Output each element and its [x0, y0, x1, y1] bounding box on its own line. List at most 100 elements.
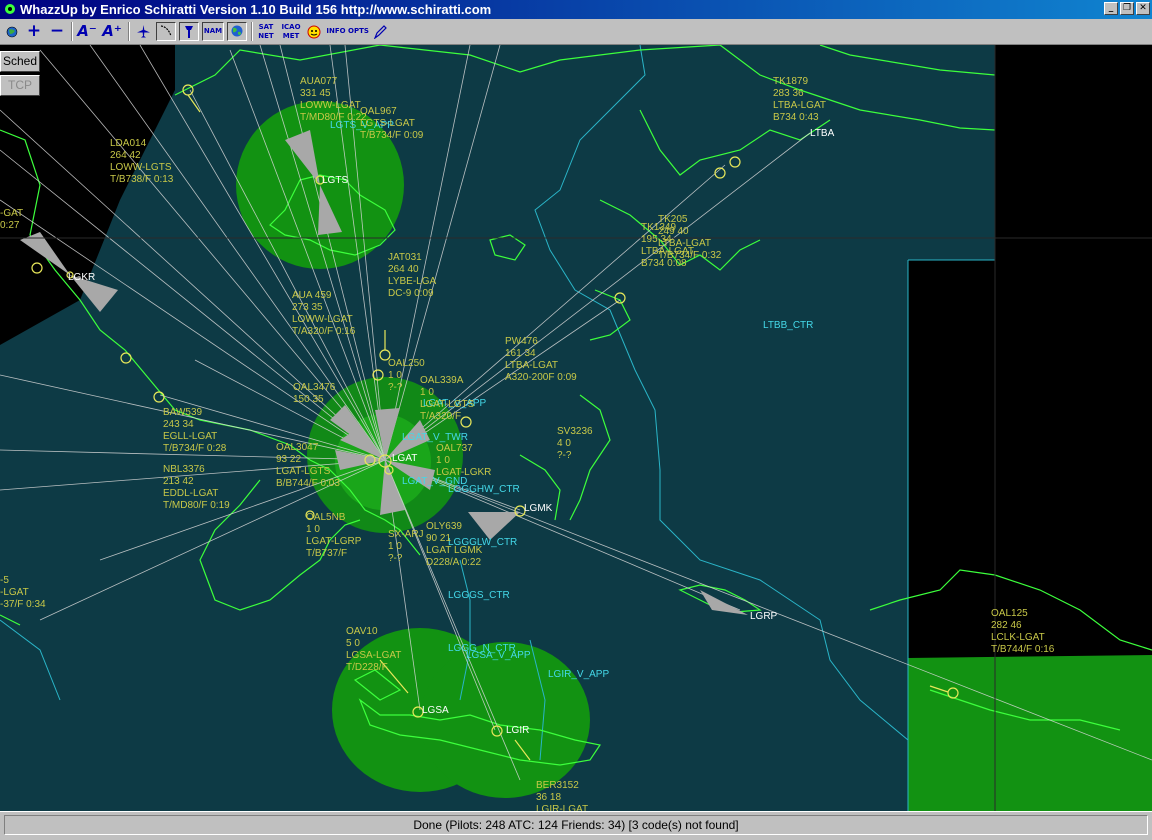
flight-label-line: 90 21: [426, 533, 451, 544]
sched-button[interactable]: Sched: [0, 51, 40, 72]
flight-label-line: 1 0: [420, 387, 434, 398]
window-title-bar[interactable]: WhazzUp by Enrico Schiratti Version 1.10…: [0, 0, 1152, 19]
flight-label-line: OAL737: [436, 443, 473, 454]
airport-label: LGKR: [68, 272, 95, 283]
flight-label-line: T/A320/F: [420, 411, 461, 422]
flight-label-line: T/B734/F 0:28: [163, 443, 227, 454]
status-text: Done (Pilots: 248 ATC: 124 Friends: 34) …: [4, 815, 1148, 835]
flight-label-line: TK1879: [773, 76, 808, 87]
flight-label-line: T/B734/F 0:09: [360, 130, 424, 141]
pen-icon[interactable]: [371, 22, 389, 41]
flight-label-line: 264 42: [110, 150, 141, 161]
font-smaller-icon[interactable]: A⁻: [76, 22, 98, 41]
info-button[interactable]: INFO: [326, 22, 346, 41]
status-bar: Done (Pilots: 248 ATC: 124 Friends: 34) …: [0, 811, 1152, 840]
flight-label-line: DC-9 0:09: [388, 288, 434, 299]
flight-label-line: 213 42: [163, 476, 194, 487]
close-button[interactable]: ✕: [1136, 2, 1150, 15]
flight-label-line: LGAT-LGTS: [420, 399, 475, 410]
opts-button[interactable]: OPTS: [348, 22, 369, 41]
atc-label: LGAT_V_TWR: [402, 432, 468, 443]
atc-label: LGGGS_CTR: [448, 590, 510, 601]
flight-label-line: OAL5NB: [306, 512, 346, 523]
route-icon[interactable]: [156, 22, 176, 41]
flight-label-line: -GAT: [0, 208, 23, 219]
flight-label-line: T/D228/F: [346, 662, 388, 673]
flight-label-line: 283 36: [773, 88, 804, 99]
font-larger-icon[interactable]: A⁺: [101, 22, 123, 41]
flight-label-line: 4 0: [557, 438, 571, 449]
flight-label-line: PW476: [505, 336, 538, 347]
flight-label-line: -37/F 0:34: [0, 599, 46, 610]
flight-label-line: 1 0: [388, 541, 402, 552]
flight-label-line: ?-?: [388, 553, 403, 564]
flight-label-line: EGLL-LGAT: [163, 431, 217, 442]
globe-icon[interactable]: [3, 22, 21, 41]
sat-net-button[interactable]: SAT NET: [255, 22, 277, 42]
flight-label-line: 195 34: [641, 234, 672, 245]
flight-label-line: LCLK-LGAT: [991, 632, 1045, 643]
sea-area-east: [960, 45, 995, 260]
flight-label: OAL125 282 46 LCLK-LGAT T/B744/F 0:16: [991, 608, 1055, 655]
flight-label-line: LGAT-LGKR: [436, 467, 491, 478]
flight-label-line: 1 0: [436, 455, 450, 466]
flight-label-line: OAL3476: [293, 382, 336, 393]
flight-label-line: OAL250: [388, 358, 425, 369]
icao-met-button[interactable]: ICAO MET: [280, 22, 302, 42]
flight-label-line: T/MD80/F 0:22: [300, 112, 367, 123]
flight-label-line: OAL3047: [276, 442, 319, 453]
aircraft-icon[interactable]: [133, 22, 153, 41]
airport-label: LGRP: [750, 611, 778, 622]
flight-label-line: A320-200F 0:09: [505, 372, 577, 383]
window-title: WhazzUp by Enrico Schiratti Version 1.10…: [20, 2, 492, 17]
tcp-button[interactable]: TCP: [0, 75, 40, 96]
flight-label-line: LGAT-LGTS: [276, 466, 331, 477]
flight-label-line: T/A320/F 0:16: [292, 326, 356, 337]
flight-label-line: OLY639: [426, 521, 462, 532]
airport-label: LGSA: [422, 705, 449, 716]
toolbar: + − A⁻ A⁺ NAM SAT NET ICAO MET INFO OPTS: [0, 19, 1152, 45]
flight-label-line: LOWW-LGAT: [300, 100, 361, 111]
flight-label-line: 5 0: [346, 638, 360, 649]
minimize-button[interactable]: _: [1104, 2, 1118, 15]
tower-icon[interactable]: [179, 22, 199, 41]
atc-label: LGGGHW_CTR: [448, 484, 520, 495]
flight-label-line: -LGAT: [0, 587, 29, 598]
flight-label-line: T/B744/F 0:16: [991, 644, 1055, 655]
flight-label-line: LOWW-LGTS: [110, 162, 172, 173]
flight-label-line: TK1349: [641, 222, 676, 233]
flight-label-line: LGSA-LGAT: [346, 650, 401, 661]
world-icon[interactable]: [227, 22, 247, 41]
flight-label-line: LYBE-LGA: [388, 276, 436, 287]
flight-label-line: B/B744/F 0:03: [276, 478, 340, 489]
flight-label-line: 331 45: [300, 88, 331, 99]
flight-label-line: 0:27: [0, 220, 20, 231]
friends-icon[interactable]: [305, 22, 323, 41]
flight-label-line: 1 0: [306, 524, 320, 535]
flight-label-line: 161 34: [505, 348, 536, 359]
flight-label-line: LGTS-LGAT: [360, 118, 415, 129]
flight-label-line: LTBA-LGAT: [773, 100, 826, 111]
radar-map[interactable]: LGTS LGKR LTBA LGAT LGMK LGRP LGSA LGIR …: [0, 45, 1152, 811]
flight-label-line: BER3152: [536, 780, 579, 791]
flight-label-line: OAL125: [991, 608, 1028, 619]
airport-label: LGIR: [506, 725, 529, 736]
flight-label: -GAT 0:27: [0, 208, 23, 231]
flight-label-line: 1 0: [388, 370, 402, 381]
nam-button[interactable]: NAM: [202, 22, 224, 41]
maximize-button[interactable]: ❐: [1120, 2, 1134, 15]
flight-label-line: -5: [0, 575, 9, 586]
flight-label-line: AUA077: [300, 76, 338, 87]
flight-label-line: NBL3376: [163, 464, 205, 475]
flight-label-line: 264 40: [388, 264, 419, 275]
flight-label-line: OAL967: [360, 106, 397, 117]
flight-label-line: 243 34: [163, 419, 194, 430]
flight-label-line: LGAT LGMK: [426, 545, 483, 556]
zoom-in-icon[interactable]: +: [24, 22, 44, 41]
zoom-out-icon[interactable]: −: [47, 22, 67, 41]
flight-label-line: T/B737/F: [306, 548, 347, 559]
flight-label-line: 273 35: [292, 302, 323, 313]
flight-label-line: D228/A 0:22: [426, 557, 481, 568]
flight-label-line: 150 35: [293, 394, 324, 405]
flight-label-line: BAW539: [163, 407, 203, 418]
